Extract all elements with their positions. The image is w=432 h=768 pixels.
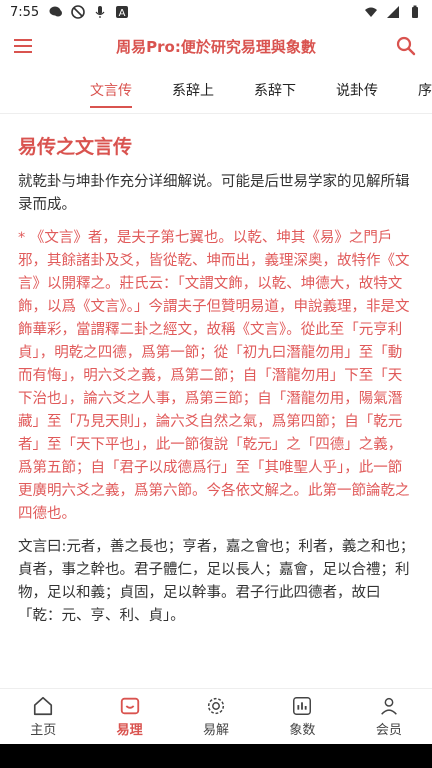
nav-yili-label: 易理 — [116, 723, 143, 738]
system-gesture-bar — [0, 744, 432, 768]
search-icon[interactable] — [394, 34, 418, 58]
app-bar: 周易Pro:便於研究易理與象數 — [0, 24, 432, 68]
nav-member[interactable]: 会员 — [346, 689, 432, 744]
nav-home-label: 主页 — [30, 723, 57, 738]
nav-member-label: 会员 — [375, 723, 402, 738]
tab-bar: 文言传 系辞上 系辞下 说卦传 序卦传 — [0, 68, 432, 114]
status-right-icons — [364, 5, 422, 19]
wifi-icon — [365, 7, 377, 17]
tab-shuogua[interactable]: 说卦传 — [316, 68, 398, 113]
user-icon — [380, 697, 397, 715]
app-title: 周易Pro:便於研究易理與象數 — [116, 37, 316, 56]
home-icon — [34, 696, 53, 716]
nav-yijie-label: 易解 — [203, 723, 230, 738]
status-time: 7:55 — [10, 4, 40, 20]
nav-xiangshu[interactable]: 象数 — [259, 689, 345, 744]
nav-xiangshu-label: 象数 — [289, 723, 316, 738]
app-a-icon: A — [116, 6, 129, 19]
compass-icon — [207, 697, 225, 715]
status-notification-icons: A — [49, 5, 129, 19]
tab-xici-xia[interactable]: 系辞下 — [234, 68, 316, 113]
signal-icon — [387, 6, 399, 18]
article-main-text: 文言曰:元者，善之長也；亨者，嘉之會也；利者，義之和也；貞者，事之幹也。君子體仁… — [18, 539, 415, 624]
battery-icon — [412, 5, 418, 18]
nav-yili[interactable]: 易理 — [86, 689, 172, 744]
menu-icon[interactable] — [14, 34, 38, 58]
nav-home[interactable]: 主页 — [0, 689, 86, 744]
article-content[interactable]: 易传之文言传 就乾卦与坤卦作充分详细解说。可能是后世易学家的见解所辑录而成。 *… — [0, 118, 432, 688]
tab-xici-shang[interactable]: 系辞上 — [152, 68, 234, 113]
article-intro: 就乾卦与坤卦作充分详细解说。可能是后世易学家的见解所辑录而成。 — [18, 174, 410, 213]
bottom-nav: 主页 易理 易解 象数 会员 — [0, 688, 432, 744]
do-not-disturb-icon — [71, 5, 86, 19]
tab-xugua[interactable]: 序卦传 — [398, 68, 432, 113]
book-icon — [120, 697, 139, 715]
article-note: * 《文言》者，是夫子第七翼也。以乾、坤其《易》之門戶邪，其餘諸卦及爻，皆從乾、… — [18, 230, 410, 522]
svg-text:A: A — [119, 8, 126, 19]
nav-yijie[interactable]: 易解 — [173, 689, 259, 744]
chart-icon — [293, 697, 312, 715]
article-heading: 易传之文言传 — [18, 136, 133, 158]
chat-icon — [49, 6, 63, 17]
status-bar: 7:55 A — [0, 0, 432, 24]
tab-wenyan[interactable]: 文言传 — [70, 68, 152, 113]
microphone-icon — [95, 6, 105, 18]
